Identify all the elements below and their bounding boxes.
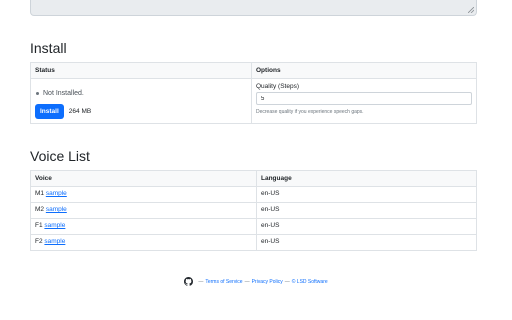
options-column-header: Options — [251, 62, 477, 79]
table-row: M1 sample en-US — [30, 186, 477, 203]
voice-name: M2 — [35, 206, 45, 213]
notes-textarea[interactable] — [30, 0, 477, 16]
table-row: F2 sample en-US — [30, 234, 477, 251]
install-status: Not Installed. — [35, 90, 247, 97]
install-heading: Install — [30, 40, 67, 56]
status-cell: Not Installed. Install 264 MB — [30, 78, 252, 124]
install-table: Status Options Not Installed. Install 26… — [30, 62, 477, 124]
voice-language: en-US — [256, 234, 477, 251]
table-row: M2 sample en-US — [30, 202, 477, 219]
quality-label: Quality (Steps) — [256, 83, 299, 90]
quality-input[interactable] — [256, 92, 472, 105]
resize-grip-icon[interactable] — [468, 7, 474, 13]
sample-link[interactable]: sample — [46, 190, 67, 197]
voice-language: en-US — [256, 202, 477, 219]
options-cell: Quality (Steps) Decrease quality if you … — [251, 78, 477, 124]
terms-link[interactable]: Terms of Service — [205, 279, 242, 285]
install-button[interactable]: Install — [35, 104, 64, 119]
status-dot-icon — [36, 92, 39, 95]
voice-name: F2 — [35, 238, 43, 245]
footer-separator: — — [198, 278, 204, 285]
status-column-header: Status — [30, 62, 252, 79]
language-column-header: Language — [256, 170, 477, 187]
privacy-link[interactable]: Privacy Policy — [252, 279, 283, 285]
voice-table: Voice Language M1 sample en-US M2 sample… — [30, 170, 477, 251]
company-link[interactable]: © LSD Software — [292, 279, 328, 285]
install-status-text: Not Installed. — [43, 90, 84, 97]
footer-separator: — — [244, 278, 250, 285]
github-icon[interactable] — [184, 277, 194, 286]
sample-link[interactable]: sample — [44, 222, 65, 229]
footer: — Terms of Service — Privacy Policy — © … — [0, 277, 512, 286]
voice-name: M1 — [35, 190, 45, 197]
voice-language: en-US — [256, 186, 477, 203]
quality-help-text: Decrease quality if you experience speec… — [256, 109, 364, 115]
download-size: 264 MB — [68, 108, 92, 115]
voice-list-heading: Voice List — [30, 148, 90, 164]
voice-column-header: Voice — [30, 170, 257, 187]
table-row: F1 sample en-US — [30, 218, 477, 235]
voice-language: en-US — [256, 218, 477, 235]
footer-separator: — — [284, 278, 290, 285]
voice-name: F1 — [35, 222, 43, 229]
sample-link[interactable]: sample — [44, 238, 65, 245]
sample-link[interactable]: sample — [46, 206, 67, 213]
